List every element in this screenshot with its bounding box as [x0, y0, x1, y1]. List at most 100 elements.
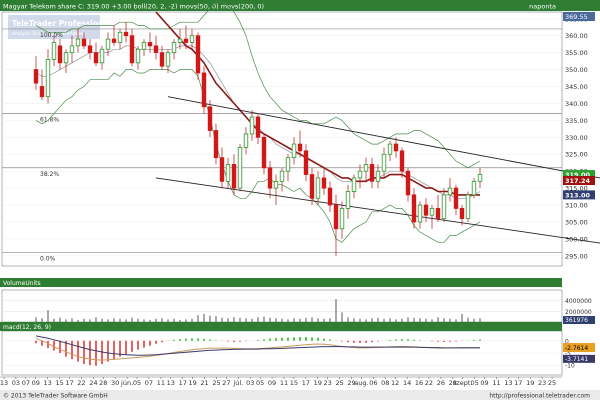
candle-down [405, 170, 411, 196]
candle-down [333, 204, 339, 230]
candle-down [153, 45, 159, 54]
candle-down [213, 130, 219, 159]
x-tick-label: 13 [44, 379, 52, 387]
candle-up [465, 194, 471, 219]
price-tick-label: 295.00 [565, 252, 588, 260]
x-tick-label: 17 [302, 379, 310, 387]
period-label: naponta [529, 3, 556, 11]
price-tag-label: 313.00 [565, 191, 591, 199]
candle-up [285, 157, 291, 172]
candle-up [171, 42, 177, 54]
x-tick-label: 17 [514, 379, 522, 387]
macd-signal-label: -3.7141 [565, 356, 588, 363]
x-tick-label: 30 [111, 379, 119, 387]
candle-up [357, 170, 363, 179]
x-tick-label: 09 [32, 379, 40, 387]
volume-title: VolumeUnits [3, 280, 41, 287]
candle-down [255, 116, 261, 138]
price-tick-label: 330.00 [565, 134, 588, 142]
x-tick-label: 25 [548, 379, 556, 387]
x-tick-label: 27 [222, 379, 230, 387]
x-tick-label: 11 [280, 379, 288, 387]
x-tick-label: 15 [290, 379, 298, 387]
stock-chart: Magyar Telekom share C: 319.00 +3.00 bol… [0, 0, 600, 400]
price-tick-label: 355.00 [565, 49, 588, 57]
x-tick-label: 05 [133, 379, 141, 387]
fibonacci-label: 100.0% [40, 32, 63, 39]
volume-tick-label: 2000000 [565, 309, 592, 316]
candle-down [147, 42, 153, 47]
x-tick-label: 06 [369, 379, 377, 387]
footer-url: http://professional.teletrader.com [489, 393, 590, 400]
x-tick-label: 11 [157, 379, 165, 387]
x-tick-label: 03 [246, 379, 254, 387]
x-tick-label: 13 [167, 379, 175, 387]
x-tick-label: 28 [99, 379, 107, 387]
candle-up [471, 180, 477, 196]
x-tick-label: 24 [89, 379, 97, 387]
x-tick-label: 16 [415, 379, 423, 387]
x-tick-label: 09 [268, 379, 276, 387]
candle-up [75, 38, 81, 47]
footer-copyright: © 2013 TeleTrader Software GmbH [3, 393, 108, 400]
candle-down [57, 45, 63, 64]
candle-up [363, 163, 369, 172]
candle-up [429, 208, 435, 216]
watermark-brand: TeleTrader Professional [12, 19, 111, 28]
candle-up [417, 204, 423, 223]
price-tag-label: 317.24 [565, 177, 591, 185]
candle-down [231, 163, 237, 189]
x-tick-label: jún. [120, 379, 133, 387]
candle-up [225, 163, 231, 182]
candle-up [105, 38, 111, 50]
candle-down [93, 52, 99, 64]
candle-up [243, 133, 249, 148]
candle-down [393, 143, 399, 152]
chart-svg: Magyar Telekom share C: 319.00 +3.00 bol… [0, 0, 600, 400]
candle-down [267, 167, 273, 189]
macd-title: macd(12, 26, 9) [3, 324, 51, 331]
candle-down [297, 143, 303, 152]
candle-down [327, 187, 333, 206]
x-tick-label: 17 [179, 379, 187, 387]
panel-frame-2 [1, 289, 563, 323]
candle-up [165, 52, 171, 67]
x-tick-label: 12 [391, 379, 399, 387]
x-tick-label: 22 [77, 379, 85, 387]
candle-down [111, 38, 117, 43]
price-tick-label: 310.00 [565, 202, 588, 210]
candle-up [315, 177, 321, 199]
price-tick-label: 350.00 [565, 66, 588, 74]
macd-current-label: -2.7614 [565, 345, 588, 352]
panel-frame-1 [1, 11, 563, 267]
price-tick-label: 360.00 [565, 32, 588, 40]
candle-up [441, 194, 447, 219]
candle-up [387, 143, 393, 155]
x-tick-label: 05 [470, 379, 478, 387]
candle-down [261, 136, 267, 169]
volume-title-bar [0, 278, 562, 287]
candle-down [129, 35, 135, 64]
candle-down [219, 157, 225, 182]
candle-down [123, 31, 129, 37]
candle-down [207, 106, 213, 131]
candle-up [291, 143, 297, 159]
volume-tick-label: 4000000 [565, 298, 592, 305]
candle-down [33, 69, 39, 84]
candle-up [141, 42, 147, 50]
x-tick-label: 14 [403, 379, 411, 387]
candle-down [459, 208, 465, 219]
x-tick-label: 23 [324, 379, 332, 387]
candle-up [351, 177, 357, 192]
candle-down [321, 177, 327, 189]
candle-up [273, 180, 279, 189]
candle-up [45, 59, 51, 98]
x-tick-label: 19 [188, 379, 196, 387]
candle-down [81, 38, 87, 47]
candle-up [279, 170, 285, 182]
candle-down [411, 194, 417, 223]
candle-down [303, 150, 309, 175]
candle-up [477, 174, 483, 182]
x-tick-label: 09 [480, 379, 488, 387]
price-tick-label: 345.00 [565, 83, 588, 91]
